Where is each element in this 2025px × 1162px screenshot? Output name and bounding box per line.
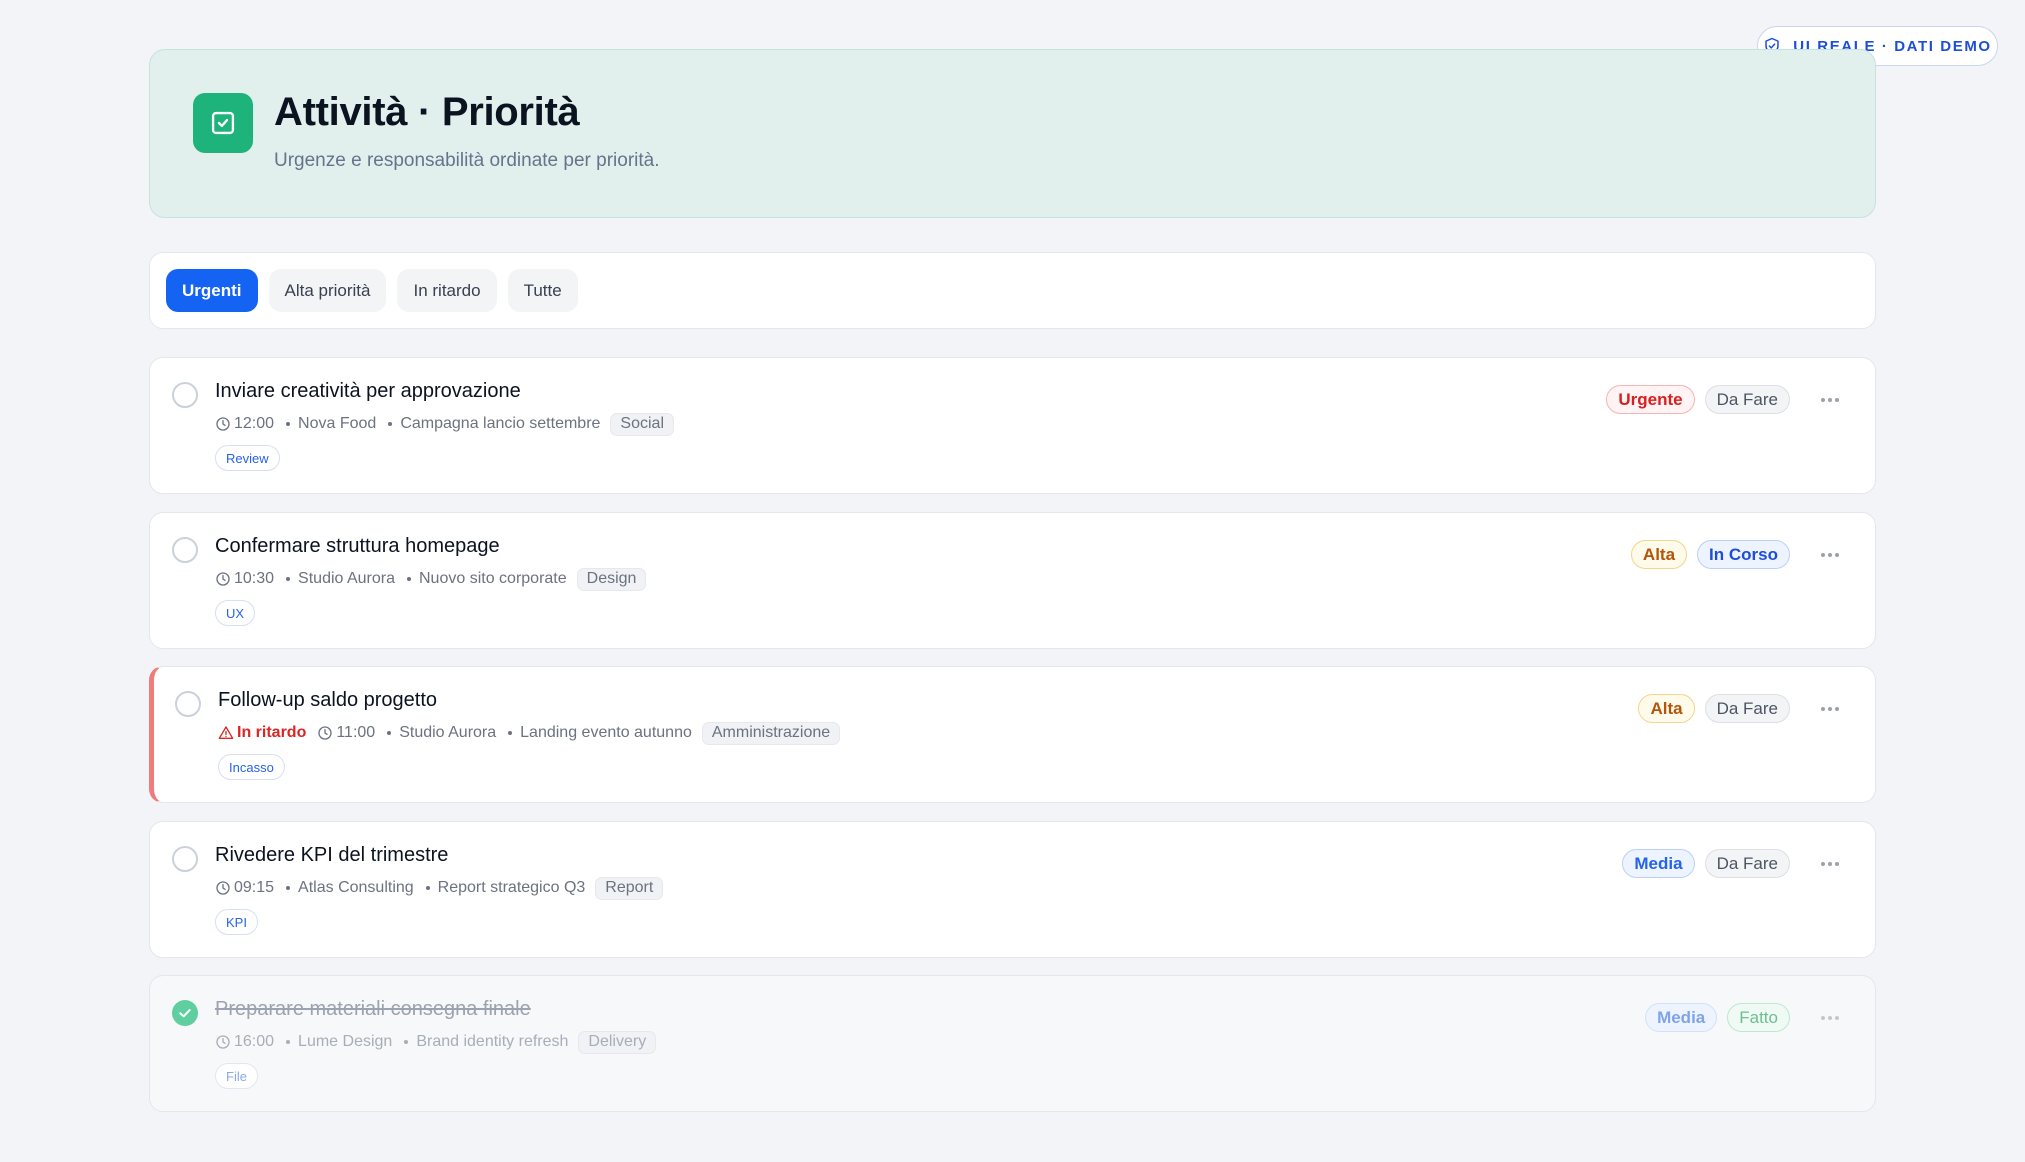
task-badges: Alta In Corso	[1630, 540, 1848, 569]
status-badge: Da Fare	[1704, 849, 1790, 878]
overdue-indicator: In ritardo	[218, 724, 306, 742]
clock-icon	[216, 881, 230, 895]
header-icon-tile	[193, 93, 253, 153]
task-time: 11:00	[317, 724, 375, 742]
task-client: Studio Aurora	[387, 724, 496, 742]
task-checkbox-checked[interactable]	[172, 1000, 198, 1026]
task-time-value: 16:00	[234, 1033, 275, 1050]
task-category-tag: Social	[610, 412, 674, 436]
more-options-button[interactable]	[1812, 385, 1848, 414]
priority-badge: Media	[1622, 849, 1695, 878]
task-checkbox[interactable]	[172, 382, 198, 408]
task-project: Nuovo sito corporate	[407, 570, 567, 588]
task-client: Studio Aurora	[286, 570, 395, 588]
status-badge: In Corso	[1697, 540, 1790, 569]
task-title: Preparare materiali consegna finale	[215, 998, 531, 1020]
priority-badge: Alta	[1630, 540, 1688, 569]
task-label-tag: UX	[215, 600, 256, 626]
task-project: Landing evento autunno	[508, 724, 692, 742]
more-options-button[interactable]	[1812, 540, 1848, 569]
task-project: Brand identity refresh	[404, 1033, 568, 1051]
task-project: Report strategico Q3	[426, 879, 586, 897]
task-checkbox[interactable]	[175, 691, 201, 717]
task-time: 10:30	[215, 570, 274, 588]
warning-triangle-icon	[218, 726, 234, 739]
task-badges: Urgente Da Fare	[1606, 385, 1848, 414]
page-subtitle: Urgenze e responsabilità ordinate per pr…	[274, 150, 660, 171]
status-badge: Da Fare	[1704, 385, 1790, 414]
task-time-value: 09:15	[234, 879, 275, 896]
task-meta: 09:15 Atlas Consulting Report strategico…	[215, 876, 664, 900]
priority-badge: Alta	[1638, 694, 1695, 723]
tab-in-ritardo[interactable]: In ritardo	[397, 269, 497, 312]
priority-badge: Urgente	[1606, 385, 1695, 414]
task-meta: 16:00 Lume Design Brand identity refresh…	[215, 1030, 657, 1054]
task-card-done[interactable]: Preparare materiali consegna finale 16:0…	[149, 975, 1876, 1112]
task-label-tag: KPI	[215, 909, 258, 935]
overdue-label: In ritardo	[237, 724, 307, 741]
task-badges: Alta Da Fare	[1638, 694, 1848, 723]
task-card[interactable]: Inviare creatività per approvazione 12:0…	[149, 357, 1876, 494]
task-meta: In ritardo 11:00 Studio Aurora Landing e…	[218, 721, 841, 745]
task-category-tag: Amministrazione	[701, 721, 841, 745]
clock-icon	[216, 417, 230, 431]
page-header: Attività · Priorità Urgenze e responsabi…	[149, 49, 1876, 218]
tab-urgenti[interactable]: Urgenti	[166, 269, 258, 312]
more-options-button[interactable]	[1812, 694, 1848, 723]
task-time-value: 10:30	[234, 570, 275, 587]
task-checkbox[interactable]	[172, 537, 198, 563]
task-client: Atlas Consulting	[286, 879, 414, 897]
task-project: Campagna lancio settembre	[388, 415, 600, 433]
task-title: Confermare struttura homepage	[215, 535, 500, 557]
task-time: 09:15	[215, 879, 274, 897]
tab-tutte[interactable]: Tutte	[507, 269, 578, 312]
task-card-overdue[interactable]: Follow-up saldo progetto In ritardo 11:0…	[149, 666, 1876, 803]
status-badge: Da Fare	[1704, 694, 1790, 723]
tab-alta-priorita[interactable]: Alta priorità	[268, 269, 387, 312]
task-badges: Media Fatto	[1645, 1003, 1848, 1032]
task-meta: 10:30 Studio Aurora Nuovo sito corporate…	[215, 567, 647, 591]
check-icon	[179, 1009, 191, 1018]
task-title: Follow-up saldo progetto	[218, 689, 438, 711]
clock-icon	[216, 572, 230, 586]
more-options-button[interactable]	[1812, 1003, 1848, 1032]
status-badge: Fatto	[1727, 1003, 1790, 1032]
task-category-tag: Report	[595, 876, 664, 900]
task-client: Nova Food	[286, 415, 376, 433]
task-category-tag: Delivery	[578, 1030, 657, 1054]
task-title: Rivedere KPI del trimestre	[215, 844, 449, 866]
task-badges: Media Da Fare	[1622, 849, 1848, 878]
task-card[interactable]: Confermare struttura homepage 10:30 Stud…	[149, 512, 1876, 649]
more-options-button[interactable]	[1812, 849, 1848, 878]
task-title: Inviare creatività per approvazione	[215, 380, 521, 402]
task-meta: 12:00 Nova Food Campagna lancio settembr…	[215, 412, 674, 436]
task-card[interactable]: Rivedere KPI del trimestre 09:15 Atlas C…	[149, 821, 1876, 958]
checkbox-icon	[211, 111, 235, 135]
task-label-tag: File	[215, 1063, 258, 1089]
filter-tabs: Urgenti Alta priorità In ritardo Tutte	[149, 252, 1876, 329]
task-time: 16:00	[215, 1033, 274, 1051]
task-time-value: 11:00	[336, 724, 376, 741]
task-checkbox[interactable]	[172, 846, 198, 872]
task-time: 12:00	[215, 415, 274, 433]
clock-icon	[216, 1035, 230, 1049]
task-category-tag: Design	[576, 567, 647, 591]
task-client: Lume Design	[286, 1033, 392, 1051]
page-title: Attività · Priorità	[274, 90, 580, 134]
priority-badge: Media	[1645, 1003, 1718, 1032]
task-time-value: 12:00	[234, 415, 275, 432]
clock-icon	[318, 726, 333, 740]
task-label-tag: Incasso	[218, 754, 285, 780]
task-label-tag: Review	[215, 445, 280, 471]
